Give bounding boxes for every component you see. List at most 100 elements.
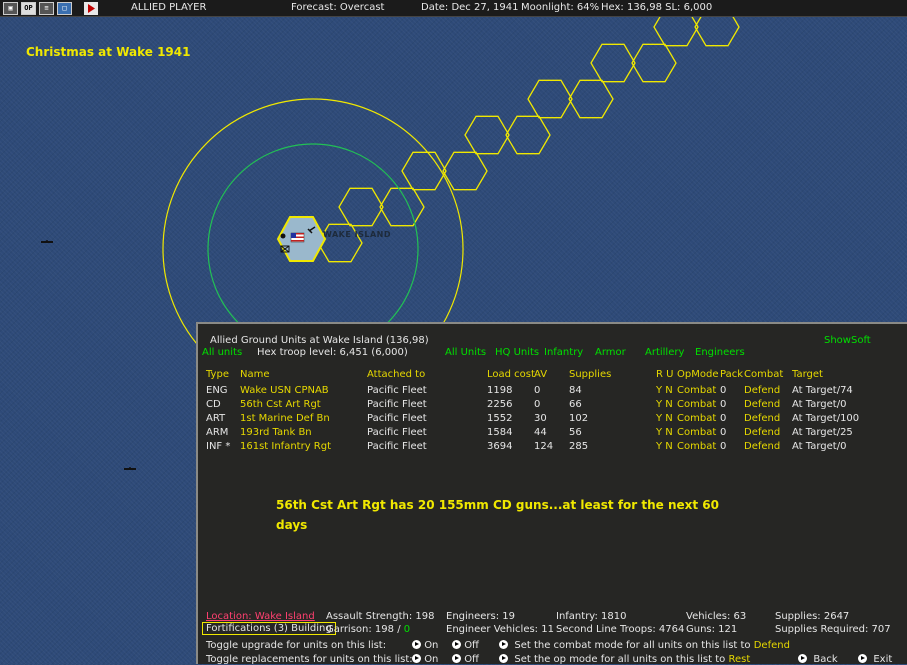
unit-name[interactable]: 1st Marine Def Bn xyxy=(240,413,330,424)
op-mode-value[interactable]: Rest xyxy=(728,654,750,665)
unit-ru[interactable]: Y N xyxy=(656,385,673,396)
unit-pack: 0 xyxy=(720,427,727,438)
col-opmode[interactable]: OpMode xyxy=(677,369,718,380)
unit-load: 1584 xyxy=(487,427,513,438)
table-row[interactable]: INF * 161st Infantry Rgt Pacific Fleet 3… xyxy=(198,441,898,455)
unit-ru[interactable]: Y N xyxy=(656,399,673,410)
col-target[interactable]: Target xyxy=(792,369,823,380)
col-attached[interactable]: Attached to xyxy=(367,369,425,380)
unit-attached: Pacific Fleet xyxy=(367,441,427,452)
path-hex[interactable] xyxy=(631,43,677,83)
replacements-on-button[interactable]: On xyxy=(412,654,438,665)
unit-opmode[interactable]: Combat xyxy=(677,399,716,410)
end-turn-icon[interactable] xyxy=(84,1,98,15)
path-hex[interactable] xyxy=(401,151,447,191)
back-button[interactable]: Back xyxy=(798,654,838,665)
unit-name[interactable]: 161st Infantry Rgt xyxy=(240,441,331,452)
table-row[interactable]: CD 56th Cst Art Rgt Pacific Fleet 2256 0… xyxy=(198,399,898,413)
arrow-right-icon xyxy=(798,654,807,663)
fortifications-box[interactable]: Fortifications (3) Building xyxy=(202,622,336,635)
col-name[interactable]: Name xyxy=(240,369,270,380)
unit-combat[interactable]: Defend xyxy=(744,413,780,424)
path-hex[interactable] xyxy=(442,151,488,191)
set-combat-label: Set the combat mode for all units on thi… xyxy=(514,640,751,651)
airfield-icon xyxy=(280,233,286,239)
col-ru[interactable]: R U xyxy=(656,369,673,380)
col-type[interactable]: Type xyxy=(206,369,229,380)
filter-engineers[interactable]: Engineers xyxy=(695,347,745,358)
table-header: Type Name Attached to Load cost AV Suppl… xyxy=(198,369,898,383)
unit-opmode[interactable]: Combat xyxy=(677,441,716,452)
unit-ru[interactable]: Y N xyxy=(656,413,673,424)
unit-ru[interactable]: Y N xyxy=(656,441,673,452)
unit-name[interactable]: 56th Cst Art Rgt xyxy=(240,399,321,410)
map-view-icon[interactable]: ▣ xyxy=(3,1,18,15)
second-line-troops: Second Line Troops: 4764 xyxy=(556,624,685,635)
unit-combat[interactable]: Defend xyxy=(744,427,780,438)
filter-artillery[interactable]: Artillery xyxy=(645,347,684,358)
col-load-cost[interactable]: Load cost xyxy=(487,369,535,380)
path-hex[interactable] xyxy=(505,115,551,155)
base-label[interactable]: WAKE ISLAND xyxy=(323,230,391,239)
unit-pack: 0 xyxy=(720,399,727,410)
path-hex[interactable] xyxy=(338,187,384,227)
path-hex[interactable] xyxy=(694,17,740,47)
arrow-right-icon xyxy=(499,640,508,649)
filter-infantry[interactable]: Infantry xyxy=(544,347,583,358)
unit-pack: 0 xyxy=(720,385,727,396)
path-hex[interactable] xyxy=(590,43,636,83)
annotation-note: 56th Cst Art Rgt has 20 155mm CD guns...… xyxy=(276,498,720,532)
table-row[interactable]: ART 1st Marine Def Bn Pacific Fleet 1552… xyxy=(198,413,898,427)
table-row[interactable]: ARM 193rd Tank Bn Pacific Fleet 1584 44 … xyxy=(198,427,898,441)
garrison: Garrison: 198 / 0 xyxy=(326,624,410,635)
unit-supplies: 285 xyxy=(569,441,589,452)
location-link[interactable]: Location: Wake Island xyxy=(206,611,315,622)
path-hex[interactable] xyxy=(653,17,699,47)
col-av[interactable]: AV xyxy=(534,369,547,380)
garrison-sep: / xyxy=(397,624,401,635)
upgrade-off-label: Off xyxy=(464,640,479,651)
player-label: ALLIED PLAYER xyxy=(131,2,207,13)
filter-armor[interactable]: Armor xyxy=(595,347,626,358)
path-hex[interactable] xyxy=(464,115,510,155)
col-combat[interactable]: Combat xyxy=(744,369,783,380)
filter-all-units[interactable]: All units xyxy=(202,347,242,358)
window-icon[interactable]: □ xyxy=(57,1,72,15)
filter-all-units-tab[interactable]: All Units xyxy=(445,347,486,358)
date-label: Date: Dec 27, 1941 xyxy=(421,2,519,13)
unit-attached: Pacific Fleet xyxy=(367,385,427,396)
ship-icon[interactable] xyxy=(124,467,136,470)
unit-opmode[interactable]: Combat xyxy=(677,427,716,438)
col-pack[interactable]: Pack xyxy=(720,369,743,380)
combat-mode-value[interactable]: Defend xyxy=(754,640,790,651)
path-hex[interactable] xyxy=(527,79,573,119)
hex-troop-level: Hex troop level: 6,451 (6,000) xyxy=(257,347,408,358)
replacements-off-button[interactable]: Off xyxy=(452,654,479,665)
exit-button[interactable]: Exit xyxy=(858,654,892,665)
set-op-mode-button[interactable]: Set the op mode for all units on this li… xyxy=(499,654,750,665)
list-icon[interactable]: ≡ xyxy=(39,1,54,15)
col-supplies[interactable]: Supplies xyxy=(569,369,611,380)
exit-label: Exit xyxy=(873,654,893,665)
set-combat-mode-button[interactable]: Set the combat mode for all units on thi… xyxy=(499,640,790,651)
unit-opmode[interactable]: Combat xyxy=(677,413,716,424)
unit-name[interactable]: Wake USN CPNAB xyxy=(240,385,329,396)
replacements-on-label: On xyxy=(424,654,439,665)
replacements-off-label: Off xyxy=(464,654,479,665)
upgrade-off-button[interactable]: Off xyxy=(452,640,479,651)
unit-name[interactable]: 193rd Tank Bn xyxy=(240,427,312,438)
show-soft-toggle[interactable]: ShowSoft xyxy=(824,335,871,346)
unit-ru[interactable]: Y N xyxy=(656,427,673,438)
path-hex[interactable] xyxy=(568,79,614,119)
op-icon[interactable]: OP xyxy=(21,1,36,15)
unit-opmode[interactable]: Combat xyxy=(677,385,716,396)
upgrade-on-button[interactable]: On xyxy=(412,640,438,651)
unit-combat[interactable]: Defend xyxy=(744,385,780,396)
ship-icon[interactable] xyxy=(41,240,53,243)
arrow-right-icon xyxy=(412,640,421,649)
arrow-right-icon xyxy=(858,654,867,663)
unit-combat[interactable]: Defend xyxy=(744,441,780,452)
filter-hq-units[interactable]: HQ Units xyxy=(495,347,539,358)
table-row[interactable]: ENG Wake USN CPNAB Pacific Fleet 1198 0 … xyxy=(198,385,898,399)
unit-combat[interactable]: Defend xyxy=(744,399,780,410)
